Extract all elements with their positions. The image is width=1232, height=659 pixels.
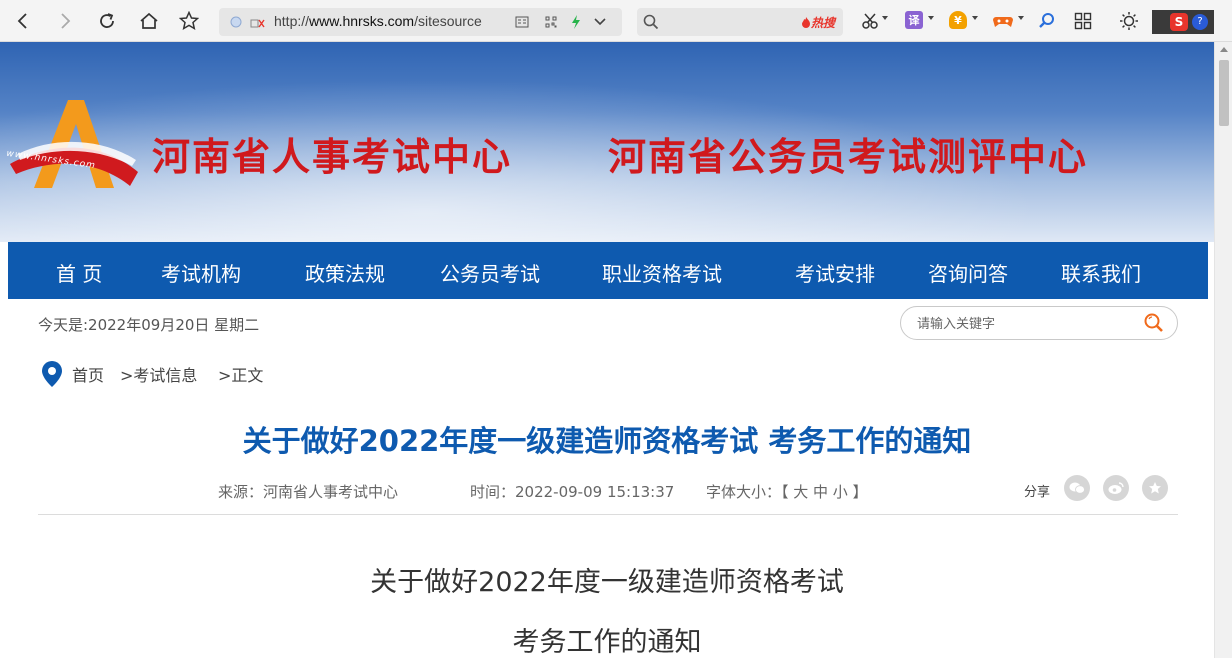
today-date: 今天是:2022年09月20日 星期二	[38, 316, 260, 334]
hot-search-text: 热搜	[810, 16, 835, 30]
reload-icon	[100, 13, 114, 28]
translate-icon[interactable]: 译	[905, 11, 923, 29]
font-size-switcher[interactable]: 字体大小：【 大 中 小 】	[706, 481, 868, 502]
browser-search-box[interactable]: 热搜	[637, 8, 843, 36]
back-button[interactable]	[10, 8, 36, 34]
flame-icon	[801, 17, 810, 28]
qr-code-icon[interactable]	[544, 15, 558, 29]
hot-search-label[interactable]: 热搜	[801, 14, 835, 31]
share-favorite-button[interactable]	[1142, 475, 1168, 501]
screenshot-tool-button[interactable]	[858, 8, 884, 34]
forward-button[interactable]	[52, 8, 78, 34]
nav-item-faq[interactable]: 咨询问答	[928, 258, 1008, 287]
main-nav: 首 页 考试机构 政策法规 公务员考试 职业资格考试 考试安排 咨询问答 联系我…	[8, 242, 1208, 299]
gamepad-icon	[993, 17, 1013, 27]
coupon-menu-caret[interactable]	[972, 16, 978, 20]
search-button-icon[interactable]	[1143, 312, 1165, 334]
insecure-icon[interactable]	[249, 15, 265, 29]
translate-label: 译	[908, 14, 920, 27]
home-button[interactable]	[136, 8, 162, 34]
help-icon[interactable]: ?	[1192, 14, 1208, 30]
nav-item-agencies[interactable]: 考试机构	[161, 258, 241, 287]
nav-item-exam-schedule[interactable]: 考试安排	[795, 258, 875, 287]
nav-item-contact[interactable]: 联系我们	[1061, 258, 1141, 287]
site-info-icon[interactable]	[230, 16, 242, 28]
sogou-ime-icon[interactable]: S	[1170, 13, 1188, 31]
shopping-coupon-icon[interactable]: ¥	[949, 11, 967, 29]
banner-title-right: 河南省公务员考试测评中心	[608, 135, 1089, 179]
home-icon	[140, 12, 158, 29]
scroll-up-arrow-icon[interactable]	[1220, 47, 1228, 52]
breadcrumb-section[interactable]: >考试信息	[120, 362, 197, 386]
header-divider	[38, 514, 1178, 515]
nav-item-home[interactable]: 首 页	[56, 258, 102, 287]
breadcrumb-home[interactable]: 首页	[72, 362, 104, 386]
weibo-icon	[1108, 482, 1124, 494]
article-title: 关于做好2022年度一级建造师资格考试 考务工作的通知	[242, 424, 972, 458]
scissors-menu-caret[interactable]	[882, 16, 888, 20]
article-source: 来源：河南省人事考试中心	[218, 483, 399, 501]
banner-title-left: 河南省人事考试中心	[152, 135, 513, 179]
magnifier-icon	[1039, 13, 1054, 28]
nav-item-policies[interactable]: 政策法规	[305, 258, 385, 287]
share-wechat-button[interactable]	[1064, 475, 1090, 501]
forward-arrow-icon	[61, 13, 71, 29]
article-time: 时间：2022-09-09 15:13:37	[470, 483, 675, 501]
grid-icon	[1074, 12, 1092, 30]
share-weibo-button[interactable]	[1103, 475, 1129, 501]
url-text[interactable]: http://www.hnrsks.com/sitesource	[274, 13, 482, 29]
breadcrumb-current: >正文	[218, 366, 264, 385]
apps-button[interactable]	[1070, 8, 1096, 34]
translate-menu-caret[interactable]	[928, 16, 934, 20]
ime-toolbar[interactable]: S ?	[1152, 10, 1214, 34]
brightness-button[interactable]	[1116, 8, 1142, 34]
wechat-icon	[1069, 482, 1085, 494]
reload-button[interactable]	[94, 8, 120, 34]
scrollbar-thumb[interactable]	[1219, 60, 1229, 126]
site-banner: www.hnrsks.com 河南省人事考试中心 河南省公务员考试测评中心	[0, 42, 1214, 242]
back-arrow-icon	[17, 13, 27, 29]
page-scrollbar[interactable]	[1214, 42, 1232, 658]
site-search-box	[900, 306, 1178, 340]
address-bar[interactable]: http://www.hnrsks.com/sitesource	[219, 8, 622, 36]
star-icon	[179, 11, 199, 31]
nav-item-civil-service-exam[interactable]: 公务员考试	[440, 258, 540, 287]
search-icon	[643, 14, 659, 30]
nav-item-vocational-exam[interactable]: 职业资格考试	[602, 258, 722, 287]
favorite-star-icon	[1149, 482, 1161, 494]
scissors-icon	[862, 13, 878, 29]
url-path: /sitesource	[414, 13, 482, 29]
location-pin-icon	[42, 361, 62, 387]
reader-mode-icon[interactable]	[515, 15, 529, 29]
url-prefix: http://	[274, 13, 310, 29]
find-button[interactable]	[1034, 8, 1060, 34]
game-extension-button[interactable]	[990, 8, 1016, 34]
lightning-icon[interactable]	[570, 14, 582, 30]
site-logo-icon[interactable]	[10, 94, 150, 194]
body-heading-line-1: 关于做好2022年度一级建造师资格考试	[370, 567, 844, 598]
sun-icon	[1120, 12, 1138, 30]
game-menu-caret[interactable]	[1018, 16, 1024, 20]
browser-toolbar: http://www.hnrsks.com/sitesource 热搜 译 ¥ …	[0, 0, 1232, 42]
share-label: 分享	[1024, 485, 1051, 500]
dropdown-chevron-icon[interactable]	[594, 18, 606, 26]
bookmark-button[interactable]	[176, 8, 202, 34]
body-heading-line-2: 考务工作的通知	[512, 627, 702, 658]
url-host: www.hnrsks.com	[309, 13, 415, 29]
site-search-input[interactable]	[917, 314, 1127, 334]
